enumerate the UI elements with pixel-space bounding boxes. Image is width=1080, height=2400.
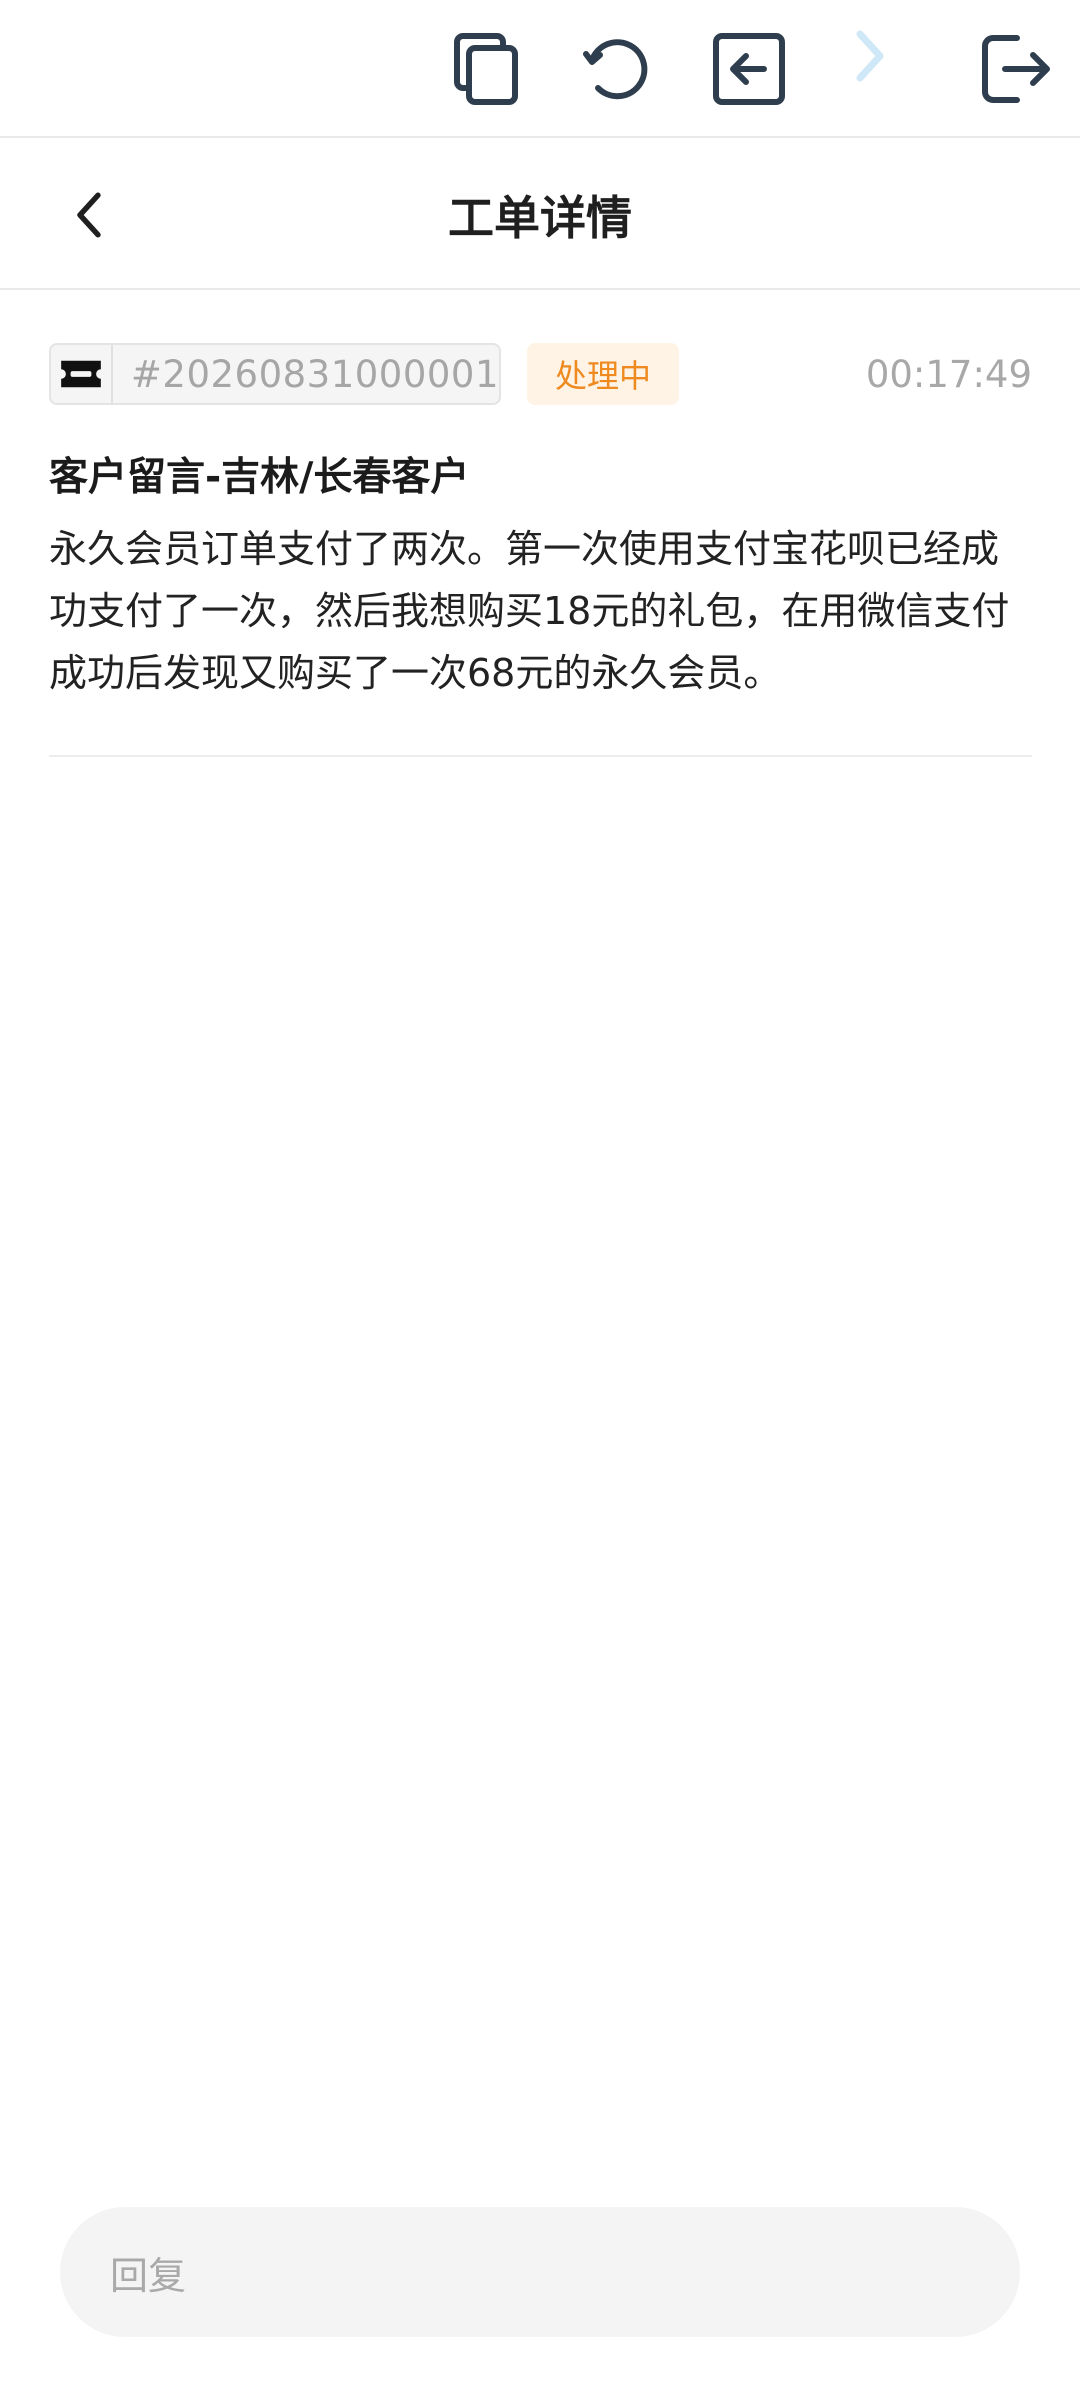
exit-button[interactable] bbox=[969, 24, 1059, 114]
reply-input[interactable]: 回复 bbox=[60, 2207, 1020, 2337]
chevron-right-icon bbox=[856, 30, 884, 82]
message-title: 客户留言-吉林/长春客户 bbox=[49, 455, 470, 500]
ticket-number: #20260831000001 bbox=[130, 352, 499, 396]
forward-button[interactable] bbox=[826, 14, 916, 104]
top-toolbar bbox=[0, 0, 1080, 138]
message-body: 永久会员订单支付了两次。第一次使用支付宝花呗已经成功支付了一次，然后我想购买18… bbox=[49, 527, 1010, 695]
copy-icon bbox=[454, 33, 518, 105]
nav-bar: 工单详情 bbox=[0, 140, 1080, 290]
ticket-id-tag: #20260831000001 bbox=[49, 343, 501, 405]
ticket-icon bbox=[51, 345, 113, 403]
refresh-button[interactable] bbox=[572, 24, 662, 114]
refresh-icon bbox=[583, 39, 648, 100]
divider bbox=[49, 755, 1032, 757]
status-badge: 处理中 bbox=[527, 343, 679, 405]
exit-icon bbox=[982, 35, 1050, 103]
back-arrow-box-icon bbox=[713, 33, 785, 105]
back-to-list-button[interactable] bbox=[704, 24, 794, 114]
copy-button[interactable] bbox=[441, 24, 531, 114]
page-title: 工单详情 bbox=[448, 191, 632, 245]
ticket-header: #20260831000001 处理中 00:17:49 bbox=[49, 343, 1032, 405]
reply-placeholder: 回复 bbox=[110, 2253, 187, 2298]
ticket-time: 00:17:49 bbox=[865, 352, 1032, 396]
